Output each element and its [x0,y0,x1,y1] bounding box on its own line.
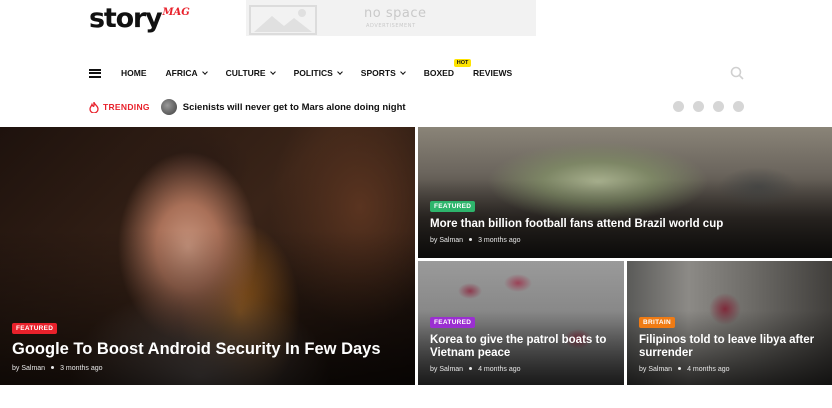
card-author[interactable]: by Salman [12,365,45,372]
nav-item-boxed[interactable]: BOXED HOT [423,59,472,78]
nav-item-label: REVIEWS [472,68,513,78]
chevron-down-icon [336,68,343,75]
card-time: 4 months ago [478,366,521,373]
card-author[interactable]: by Salman [639,366,672,373]
search-icon[interactable] [730,66,744,80]
logo-sub: MAG [162,7,190,18]
instagram-icon[interactable] [713,101,724,112]
card-meta: by Salman 4 months ago [430,366,614,373]
trending-label: TRENDING [89,101,150,113]
card-title[interactable]: Google To Boost Android Security In Few … [12,340,405,359]
card-title[interactable]: More than billion football fans attend B… [430,218,822,231]
separator-dot-icon [51,366,55,370]
chevron-down-icon [269,68,276,75]
trending-thumbnail[interactable] [160,99,177,115]
logo-wordmark: story [89,3,163,34]
featured-card-main[interactable]: FEATURED Google To Boost Android Securit… [0,127,415,385]
ad-subtitle: ADVERTISEMENT [366,23,416,29]
nav-item-sports[interactable]: SPORTS [360,68,406,78]
card-content: FEATURED Google To Boost Android Securit… [12,317,405,372]
card-meta: by Salman 3 months ago [12,365,405,372]
main-nav: HOME AFRICA CULTURE POLITICS SPORTS BOXE… [89,59,744,84]
hot-badge: HOT [453,59,472,67]
trending-label-text: TRENDING [103,102,150,112]
site-logo[interactable]: story MAG [89,4,190,36]
featured-card-bottom-left[interactable]: FEATURED Korea to give the patrol boats … [418,261,624,385]
separator-dot-icon [469,367,473,371]
ad-title: no space [364,6,427,21]
nav-item-label: CULTURE [225,68,266,78]
fire-icon [89,101,99,113]
card-time: 3 months ago [60,365,103,372]
mountain-icon [249,5,317,35]
card-author[interactable]: by Salman [430,366,463,373]
card-content: FEATURED Korea to give the patrol boats … [430,311,614,373]
card-title[interactable]: Korea to give the patrol boats to Vietna… [430,334,614,360]
pinterest-icon[interactable] [733,101,744,112]
card-title[interactable]: Filipinos told to leave libya after surr… [639,334,822,360]
separator-dot-icon [678,367,682,371]
facebook-icon[interactable] [693,101,704,112]
nav-item-politics[interactable]: POLITICS [293,68,343,78]
category-badge[interactable]: FEATURED [430,317,476,328]
nav-item-label: AFRICA [165,68,198,78]
nav-item-reviews[interactable]: REVIEWS [473,68,512,78]
category-badge[interactable]: FEATURED [430,201,476,212]
social-icons [673,101,744,112]
hamburger-menu-icon[interactable] [89,68,101,78]
featured-card-bottom-right[interactable]: BRITAIN Filipinos told to leave libya af… [627,261,832,385]
category-badge[interactable]: BRITAIN [639,317,675,328]
twitter-icon[interactable] [673,101,684,112]
separator-dot-icon [469,238,473,242]
card-content: BRITAIN Filipinos told to leave libya af… [639,311,822,373]
chevron-down-icon [201,68,208,75]
nav-item-label: POLITICS [293,68,333,78]
nav-item-label: HOME [121,68,147,78]
card-time: 4 months ago [687,366,730,373]
card-meta: by Salman 3 months ago [430,237,822,244]
trending-bar: TRENDING Scienists will never get to Mar… [89,98,744,116]
card-content: FEATURED More than billion football fans… [430,195,822,244]
trending-headline-link[interactable]: Scienists will never get to Mars alone d… [183,102,406,113]
nav-item-home[interactable]: HOME [121,68,147,78]
nav-item-africa[interactable]: AFRICA [165,68,208,78]
ad-banner[interactable]: no space ADVERTISEMENT [246,0,536,36]
nav-item-label: SPORTS [360,68,396,78]
chevron-down-icon [399,68,406,75]
card-author[interactable]: by Salman [430,237,463,244]
nav-item-culture[interactable]: CULTURE [225,68,276,78]
featured-card-top-right[interactable]: FEATURED More than billion football fans… [418,127,832,258]
card-meta: by Salman 4 months ago [639,366,822,373]
nav-item-label: BOXED [423,68,454,78]
card-time: 3 months ago [478,237,521,244]
category-badge[interactable]: FEATURED [12,323,58,334]
